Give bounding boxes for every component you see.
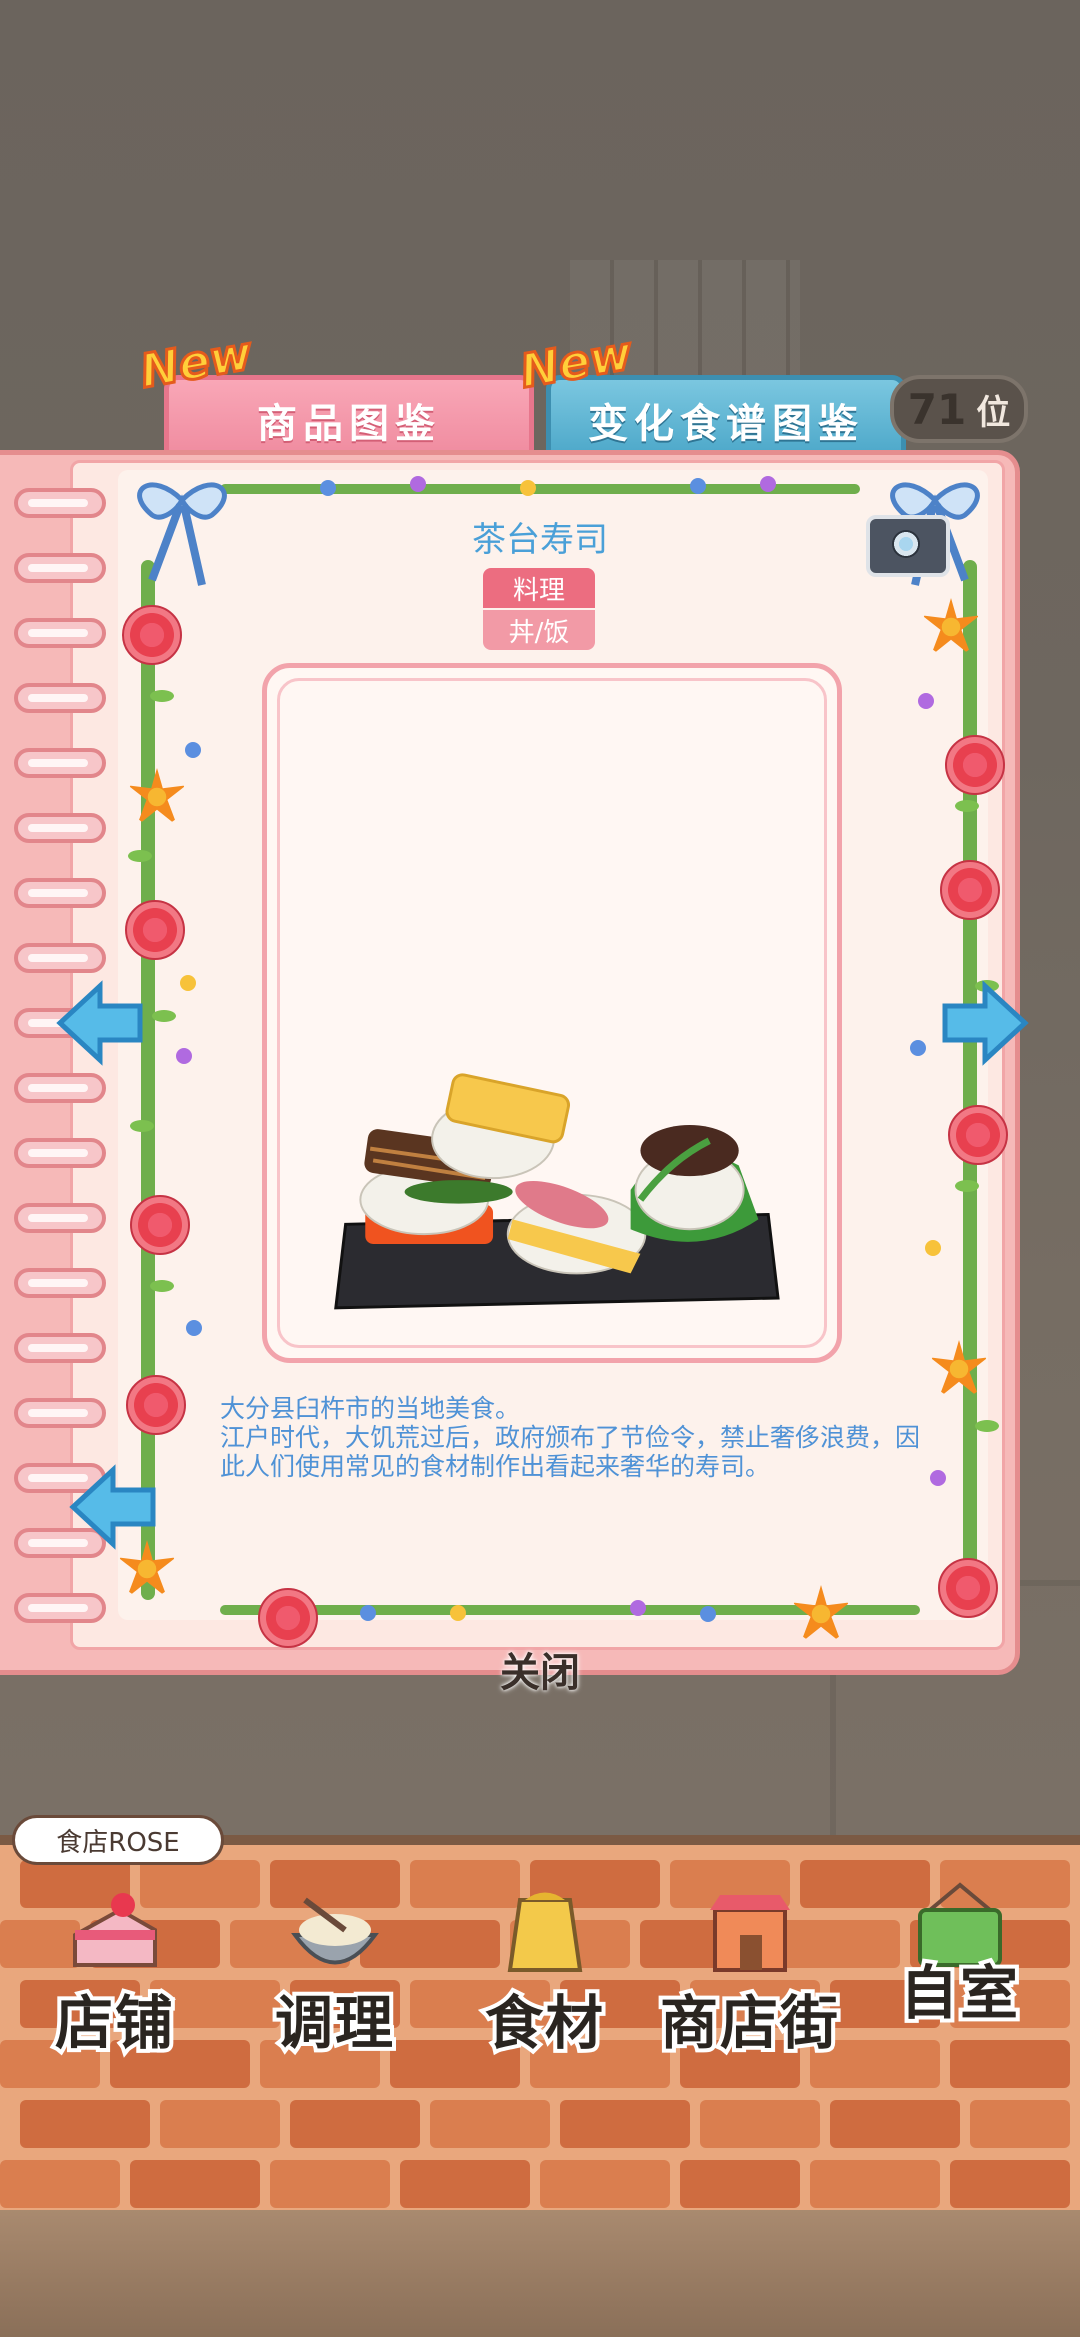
sushi-plate-illustration <box>334 1073 780 1310</box>
category-tag: 料理 <box>483 568 595 608</box>
ribbon-bow-left-icon <box>122 470 242 590</box>
back-arrow-icon[interactable] <box>68 1462 158 1552</box>
ingredient-bag-icon <box>507 1892 583 1972</box>
rank-display: 71 位 <box>890 375 1028 443</box>
camera-icon[interactable] <box>866 515 950 577</box>
subcategory-tag: 丼/饭 <box>483 610 595 650</box>
nav-store-label: 店铺 <box>51 1985 177 2061</box>
nav-shopping-street-label: 商店街 <box>656 1985 842 2061</box>
shop-name-label: 食店ROSE <box>12 1815 224 1865</box>
nav-cooking-label: 调理 <box>271 1985 397 2061</box>
description-line-2: 江户时代，大饥荒过后，政府颁布了节俭令，禁止奢侈浪费，因此人们使用常见的食材制作… <box>220 1423 921 1481</box>
mixing-bowl-icon <box>291 1897 379 1965</box>
tab-goods-label: 商品图鉴 <box>257 400 441 447</box>
nav-cooking[interactable]: 调理 <box>245 1880 425 2061</box>
nav-ingredients[interactable]: 食材 <box>455 1880 635 2061</box>
nav-shopping-street[interactable]: 商店街 <box>650 1880 850 2061</box>
nav-store[interactable]: 店铺 <box>25 1880 205 2061</box>
cake-icon <box>73 1893 157 1967</box>
description-line-1: 大分县臼杵市的当地美食。 <box>220 1394 521 1423</box>
food-picture-frame <box>262 663 842 1363</box>
nav-my-room[interactable]: 自室 <box>870 1880 1050 2060</box>
food-name: 茶台寿司 <box>472 520 608 560</box>
nav-ingredients-label: 食材 <box>481 1985 607 2061</box>
floor <box>0 2210 1080 2337</box>
close-button[interactable]: 关闭 <box>480 1640 600 1696</box>
rank-unit: 位 <box>976 392 1011 433</box>
nav-my-room-label: 自室 <box>896 1955 1022 2031</box>
previous-arrow-icon[interactable] <box>55 978 145 1068</box>
tab-recipe-label: 变化食谱图鉴 <box>588 400 864 447</box>
food-description: 大分县臼杵市的当地美食。 江户时代，大饥荒过后，政府颁布了节俭令，禁止奢侈浪费，… <box>220 1394 940 1481</box>
next-arrow-icon[interactable] <box>940 978 1030 1068</box>
rank-number: 71 <box>907 384 967 434</box>
shop-building-icon <box>710 1895 790 1972</box>
